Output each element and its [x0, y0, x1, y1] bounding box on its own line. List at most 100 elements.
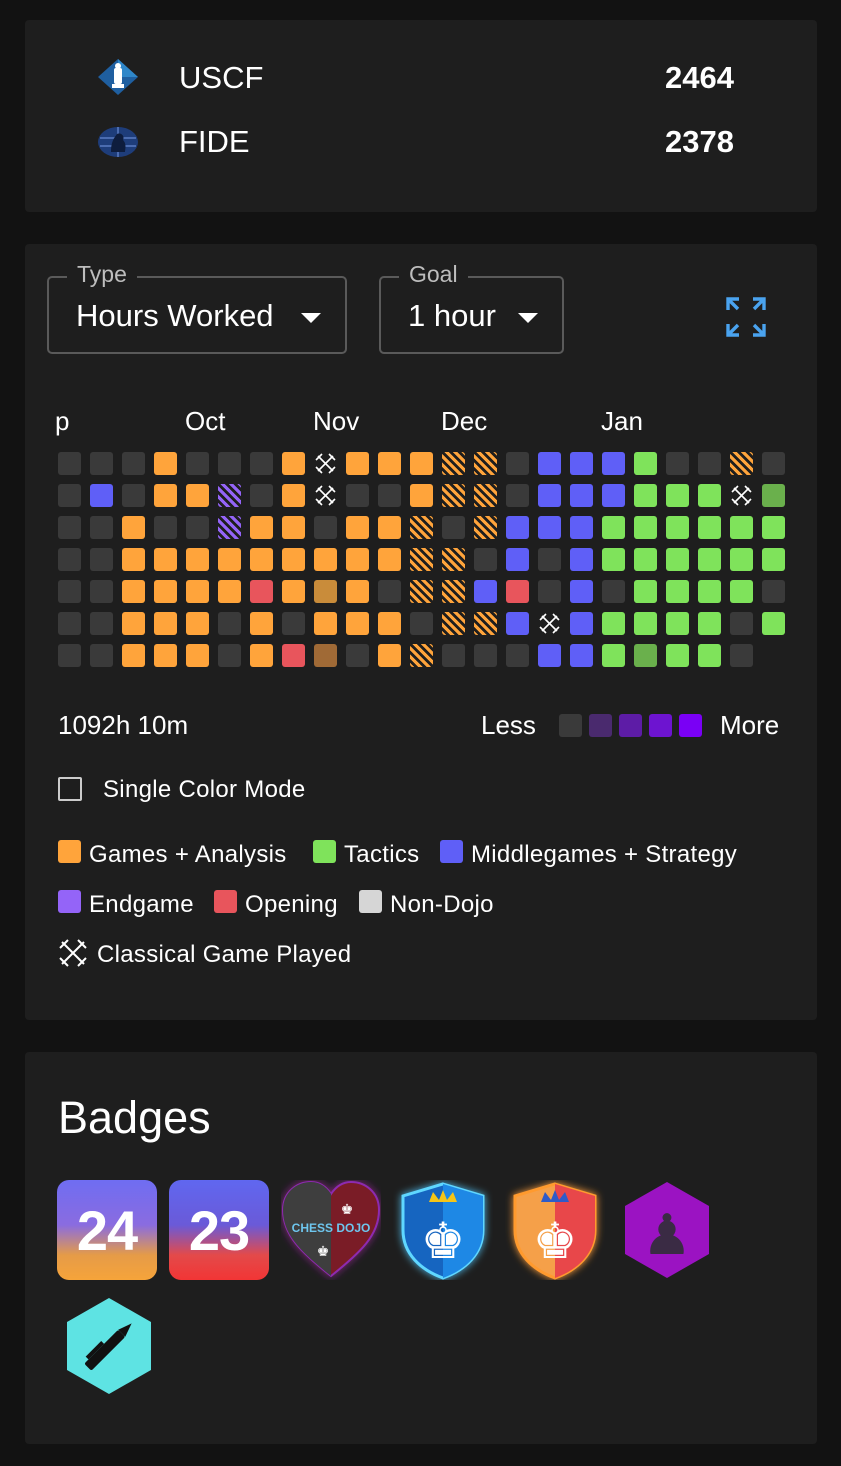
- heatmap-cell[interactable]: [730, 516, 753, 539]
- heatmap-cell[interactable]: [58, 452, 81, 475]
- heatmap-cell[interactable]: [634, 580, 657, 603]
- heatmap-cell[interactable]: [474, 516, 497, 539]
- heatmap-cell[interactable]: [122, 516, 145, 539]
- heatmap-cell[interactable]: [282, 548, 305, 571]
- heatmap-cell[interactable]: [250, 580, 273, 603]
- heatmap-cell[interactable]: [634, 644, 657, 667]
- year-2023-badge[interactable]: 23: [169, 1180, 269, 1280]
- heatmap-cell[interactable]: [90, 612, 113, 635]
- heatmap-cell[interactable]: [698, 612, 721, 635]
- heatmap-cell[interactable]: [698, 516, 721, 539]
- heatmap-cell[interactable]: [538, 612, 561, 635]
- heatmap-cell[interactable]: [698, 580, 721, 603]
- heatmap-cell[interactable]: [218, 452, 241, 475]
- heatmap-cell[interactable]: [602, 580, 625, 603]
- heatmap-cell[interactable]: [506, 644, 529, 667]
- heatmap-cell[interactable]: [250, 484, 273, 507]
- heatmap-cell[interactable]: [474, 548, 497, 571]
- heatmap-cell[interactable]: [314, 612, 337, 635]
- heatmap-cell[interactable]: [474, 452, 497, 475]
- heatmap-cell[interactable]: [666, 548, 689, 571]
- heatmap-cell[interactable]: [698, 484, 721, 507]
- heatmap-cell[interactable]: [250, 452, 273, 475]
- heatmap-cell[interactable]: [666, 644, 689, 667]
- cyan-pen-hexagon-badge[interactable]: [59, 1296, 159, 1396]
- fullscreen-icon[interactable]: [725, 296, 767, 338]
- heatmap-cell[interactable]: [698, 548, 721, 571]
- heatmap-cell[interactable]: [58, 644, 81, 667]
- heatmap-cell[interactable]: [346, 644, 369, 667]
- heatmap-cell[interactable]: [122, 452, 145, 475]
- heatmap-cell[interactable]: [666, 612, 689, 635]
- heatmap-cell[interactable]: [538, 644, 561, 667]
- heatmap-cell[interactable]: [410, 452, 433, 475]
- heatmap-cell[interactable]: [122, 548, 145, 571]
- heatmap-cell[interactable]: [666, 484, 689, 507]
- year-2024-badge[interactable]: 24: [57, 1180, 157, 1280]
- heatmap-cell[interactable]: [762, 580, 785, 603]
- heatmap-cell[interactable]: [602, 452, 625, 475]
- heatmap-cell[interactable]: [762, 452, 785, 475]
- heatmap-cell[interactable]: [442, 548, 465, 571]
- heatmap-cell[interactable]: [282, 612, 305, 635]
- orange-king-shield-badge[interactable]: ♚: [505, 1180, 605, 1280]
- heatmap-cell[interactable]: [538, 548, 561, 571]
- heatmap-cell[interactable]: [218, 580, 241, 603]
- heatmap-cell[interactable]: [570, 580, 593, 603]
- type-select[interactable]: Type Hours Worked: [47, 261, 347, 354]
- heatmap-cell[interactable]: [314, 484, 337, 507]
- heatmap-cell[interactable]: [474, 484, 497, 507]
- heatmap-cell[interactable]: [570, 484, 593, 507]
- heatmap-cell[interactable]: [730, 580, 753, 603]
- heatmap-cell[interactable]: [122, 484, 145, 507]
- heatmap-cell[interactable]: [442, 580, 465, 603]
- heatmap-cell[interactable]: [378, 612, 401, 635]
- purple-pawn-hexagon-badge[interactable]: ♟: [617, 1180, 717, 1280]
- heatmap-cell[interactable]: [410, 580, 433, 603]
- heatmap-cell[interactable]: [154, 484, 177, 507]
- heatmap-cell[interactable]: [282, 484, 305, 507]
- heatmap-cell[interactable]: [410, 516, 433, 539]
- heatmap-cell[interactable]: [282, 452, 305, 475]
- heatmap-cell[interactable]: [58, 484, 81, 507]
- heatmap-cell[interactable]: [730, 644, 753, 667]
- heatmap-cell[interactable]: [602, 644, 625, 667]
- heatmap-cell[interactable]: [346, 548, 369, 571]
- heatmap-cell[interactable]: [346, 452, 369, 475]
- heatmap-cell[interactable]: [634, 484, 657, 507]
- heatmap-cell[interactable]: [58, 580, 81, 603]
- heatmap-cell[interactable]: [250, 612, 273, 635]
- heatmap-cell[interactable]: [282, 580, 305, 603]
- heatmap-cell[interactable]: [154, 612, 177, 635]
- heatmap-cell[interactable]: [314, 516, 337, 539]
- heatmap-cell[interactable]: [314, 452, 337, 475]
- heatmap-cell[interactable]: [90, 484, 113, 507]
- heatmap-cell[interactable]: [314, 644, 337, 667]
- heatmap-cell[interactable]: [154, 548, 177, 571]
- heatmap-cell[interactable]: [314, 580, 337, 603]
- heatmap-cell[interactable]: [58, 548, 81, 571]
- heatmap-cell[interactable]: [506, 612, 529, 635]
- heatmap-cell[interactable]: [762, 484, 785, 507]
- heatmap-cell[interactable]: [122, 644, 145, 667]
- heatmap-cell[interactable]: [154, 452, 177, 475]
- heatmap-cell[interactable]: [442, 516, 465, 539]
- heatmap-cell[interactable]: [506, 516, 529, 539]
- heatmap-cell[interactable]: [122, 580, 145, 603]
- heatmap-cell[interactable]: [762, 516, 785, 539]
- heatmap-cell[interactable]: [570, 516, 593, 539]
- heatmap-cell[interactable]: [218, 516, 241, 539]
- heatmap-cell[interactable]: [378, 484, 401, 507]
- heatmap-cell[interactable]: [442, 612, 465, 635]
- heatmap-cell[interactable]: [762, 548, 785, 571]
- heatmap-cell[interactable]: [474, 612, 497, 635]
- heatmap-cell[interactable]: [346, 484, 369, 507]
- heatmap-cell[interactable]: [314, 548, 337, 571]
- single-color-checkbox[interactable]: [58, 777, 82, 801]
- heatmap-cell[interactable]: [250, 644, 273, 667]
- heatmap-cell[interactable]: [410, 484, 433, 507]
- heatmap-cell[interactable]: [90, 644, 113, 667]
- heatmap-cell[interactable]: [730, 452, 753, 475]
- heatmap-cell[interactable]: [410, 612, 433, 635]
- heatmap-cell[interactable]: [218, 484, 241, 507]
